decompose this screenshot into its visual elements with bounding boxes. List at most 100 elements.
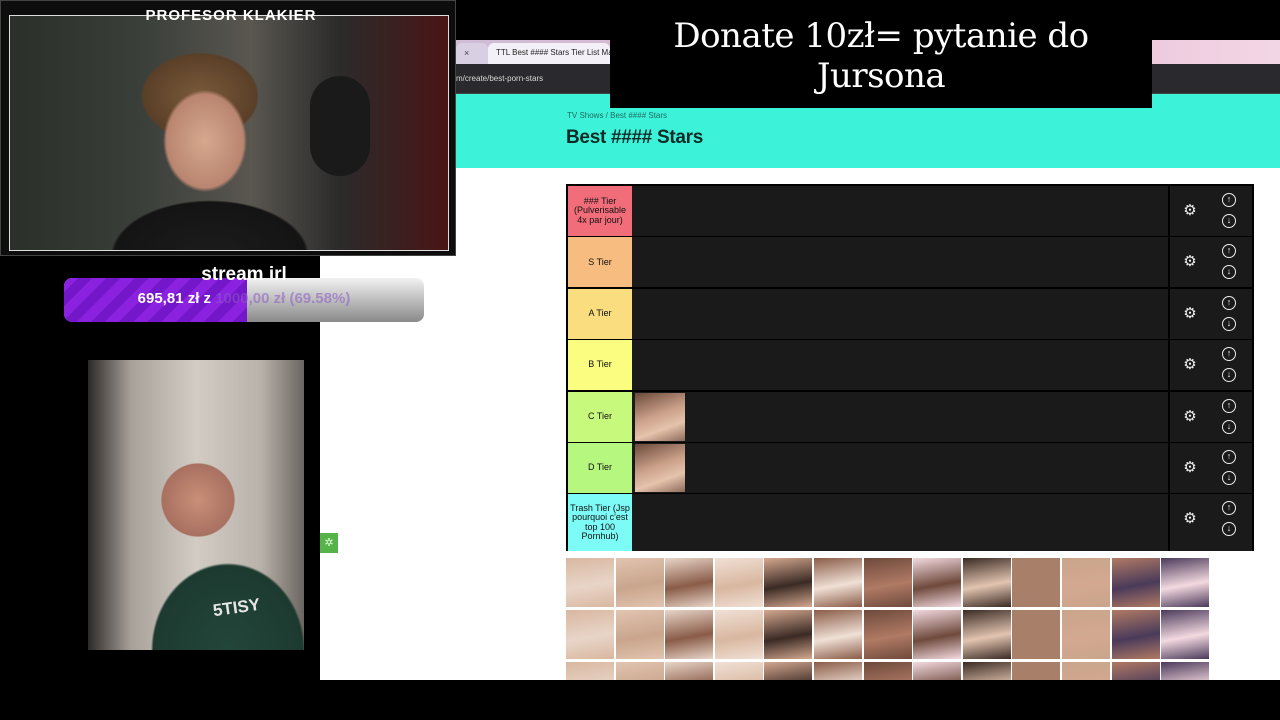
arrow-up-icon[interactable]: ↑ <box>1222 501 1236 516</box>
gear-icon: ✲ <box>320 533 338 553</box>
arrow-down-icon[interactable]: ↓ <box>1222 419 1236 434</box>
tier-drop-zone[interactable] <box>634 237 1166 288</box>
pool-image[interactable] <box>764 558 813 607</box>
tier-drop-zone[interactable] <box>634 340 1166 391</box>
gear-icon[interactable]: ⚙ <box>1182 408 1198 425</box>
pool-image[interactable] <box>863 558 912 607</box>
pool-image[interactable] <box>1161 558 1210 607</box>
arrow-up-icon[interactable]: ↑ <box>1222 450 1236 464</box>
arrow-up-icon[interactable]: ↑ <box>1222 193 1236 207</box>
pool-image[interactable] <box>1062 662 1110 680</box>
page-title: Best #### Stars <box>566 127 704 148</box>
tier-label[interactable]: C Tier <box>568 391 632 442</box>
pool-image[interactable] <box>714 558 763 607</box>
tier-row: S Tier ⚙ ↑ ↓ <box>568 237 1252 288</box>
pool-image[interactable] <box>814 610 862 659</box>
arrow-down-icon[interactable]: ↓ <box>1222 265 1236 280</box>
gear-icon[interactable]: ⚙ <box>1182 305 1198 322</box>
goal-raised: 695,81 zł <box>137 290 200 307</box>
pool-image[interactable] <box>1161 662 1210 680</box>
pool-image[interactable] <box>863 662 912 680</box>
tier-list: ### Tier (Pulverisable 4x par jour) ⚙ ↑ ↓ S … <box>566 184 1254 552</box>
pool-image[interactable] <box>665 558 714 607</box>
url-text: m/create/best-porn-stars <box>456 74 544 83</box>
pool-image[interactable] <box>1111 558 1160 607</box>
goal-separator: z <box>203 290 212 307</box>
pool-image[interactable] <box>566 662 614 680</box>
close-tab-icon[interactable]: × <box>464 48 469 58</box>
pool-image[interactable] <box>1111 610 1160 659</box>
tier-drop-zone[interactable] <box>634 186 1166 236</box>
tier-label[interactable]: D Tier <box>568 443 632 493</box>
streamer-name: PROFESOR KLAKIER <box>145 7 317 24</box>
pool-image[interactable] <box>913 558 962 607</box>
tier-row: ### Tier (Pulverisable 4x par jour) ⚙ ↑ ↓ <box>568 186 1252 236</box>
pool-image[interactable] <box>1062 558 1110 607</box>
pool-image[interactable] <box>1012 558 1061 607</box>
tier-row: B Tier ⚙ ↑ ↓ <box>568 340 1252 391</box>
browser-tab-previous[interactable]: × <box>456 43 488 64</box>
webcam-frame: PROFESOR KLAKIER <box>0 0 456 256</box>
pool-image[interactable] <box>962 662 1011 680</box>
pool-image[interactable] <box>1012 662 1061 680</box>
pool-image[interactable] <box>913 610 962 659</box>
arrow-down-icon[interactable]: ↓ <box>1222 316 1236 331</box>
arrow-up-icon[interactable]: ↑ <box>1222 295 1236 310</box>
tier-label[interactable]: A Tier <box>568 288 632 339</box>
tier-controls: ⚙ ↑ ↓ <box>1168 391 1252 442</box>
pool-image[interactable] <box>714 662 763 680</box>
pool-image[interactable] <box>665 610 714 659</box>
pool-image[interactable] <box>863 610 912 659</box>
arrow-down-icon[interactable]: ↓ <box>1222 368 1236 383</box>
gear-icon[interactable]: ⚙ <box>1182 254 1198 270</box>
tier-controls: ⚙ ↑ ↓ <box>1168 340 1252 391</box>
pool-image[interactable] <box>814 558 862 607</box>
hoodie-print: 5TISY <box>211 594 262 621</box>
pool-image[interactable] <box>814 662 862 680</box>
tier-label[interactable]: Trash Tier (Jsp pourquoi c'est top 100 P… <box>568 494 632 552</box>
pool-image[interactable] <box>615 558 664 607</box>
pool-image[interactable] <box>566 610 614 659</box>
pool-image[interactable] <box>615 610 664 659</box>
pool-image[interactable] <box>764 662 813 680</box>
arrow-down-icon[interactable]: ↓ <box>1222 471 1236 485</box>
tier-drop-zone[interactable] <box>634 288 1166 339</box>
browser-tab-tierlist[interactable]: TTL Best #### Stars Tier List Maker <box>488 43 610 64</box>
pool-image[interactable] <box>665 662 714 680</box>
gear-icon[interactable]: ⚙ <box>1182 460 1198 476</box>
tier-item-image[interactable] <box>635 444 685 492</box>
pool-image[interactable] <box>962 558 1011 607</box>
tier-label[interactable]: B Tier <box>568 340 632 391</box>
pool-image[interactable] <box>566 558 614 607</box>
pool-image[interactable] <box>1111 662 1160 680</box>
gear-icon[interactable]: ⚙ <box>1182 511 1198 527</box>
tab-title: TTL Best #### Stars Tier List Maker <box>496 48 610 57</box>
arrow-up-icon[interactable]: ↑ <box>1222 244 1236 259</box>
gear-icon[interactable]: ⚙ <box>1182 357 1198 373</box>
pool-image[interactable] <box>1062 610 1110 659</box>
breadcrumb[interactable]: TV Shows / Best #### Stars <box>567 111 667 120</box>
tier-item-image[interactable] <box>635 392 685 441</box>
tier-label[interactable]: ### Tier (Pulverisable 4x par jour) <box>568 186 632 236</box>
pool-image[interactable] <box>764 610 813 659</box>
pool-image[interactable] <box>615 662 664 680</box>
pool-image[interactable] <box>1161 610 1210 659</box>
arrow-up-icon[interactable]: ↑ <box>1222 398 1236 413</box>
gear-icon[interactable]: ⚙ <box>1182 203 1198 219</box>
arrow-up-icon[interactable]: ↑ <box>1222 347 1236 362</box>
tier-controls: ⚙ ↑ ↓ <box>1168 288 1252 339</box>
arrow-down-icon[interactable]: ↓ <box>1222 522 1236 537</box>
tier-row: D Tier ⚙ ↑ ↓ <box>568 443 1252 493</box>
tier-drop-zone[interactable] <box>634 494 1166 552</box>
tier-label[interactable]: S Tier <box>568 237 632 288</box>
goal-percent: (69.58%) <box>289 290 351 307</box>
pool-image[interactable] <box>913 662 962 680</box>
tier-controls: ⚙ ↑ ↓ <box>1168 494 1252 552</box>
tier-drop-zone[interactable] <box>634 443 1166 493</box>
pool-image[interactable] <box>1012 610 1061 659</box>
pool-image[interactable] <box>962 610 1011 659</box>
donate-text: Donate 10zł= pytanie do Jursona <box>673 16 1089 96</box>
arrow-down-icon[interactable]: ↓ <box>1222 214 1236 228</box>
pool-image[interactable] <box>714 610 763 659</box>
tier-drop-zone[interactable] <box>634 391 1166 442</box>
